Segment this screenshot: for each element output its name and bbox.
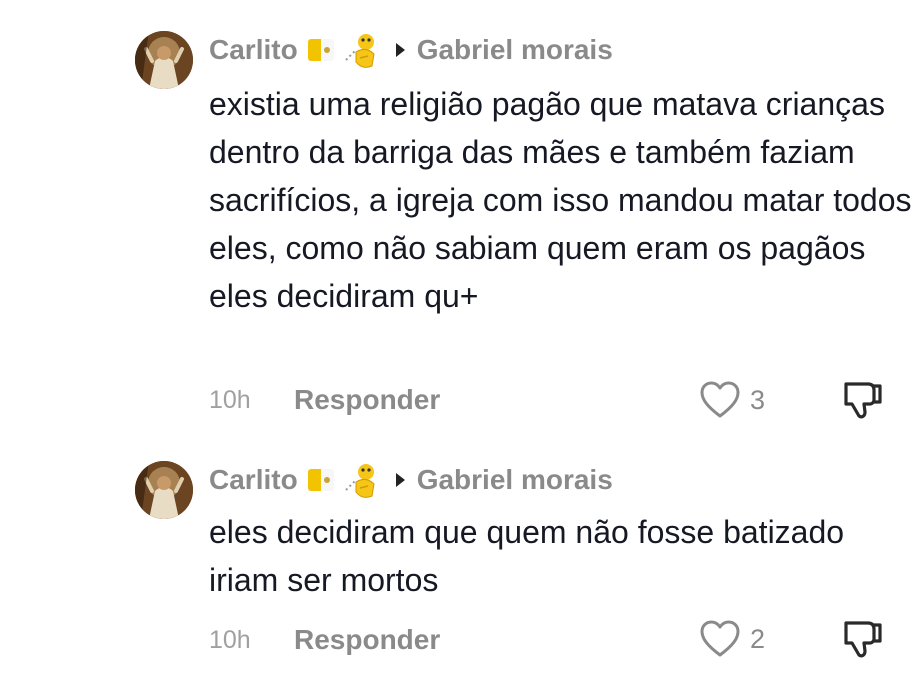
comment-item: Carlito Gabriel morais eles decidiram qu… — [0, 440, 924, 681]
comment-header: Carlito Gabriel morais — [209, 460, 613, 500]
author-name[interactable]: Carlito — [209, 34, 298, 66]
reply-button[interactable]: Responder — [294, 624, 440, 656]
comment-item: Carlito Gabriel morais existia uma relig… — [0, 0, 924, 440]
thumbs-down-icon — [840, 378, 884, 422]
vatican-flag-icon — [307, 469, 334, 491]
reply-button[interactable]: Responder — [294, 384, 440, 416]
reply-arrow-icon — [395, 473, 405, 487]
avatar[interactable] — [135, 31, 193, 89]
dislike-button[interactable] — [840, 378, 884, 422]
reply-arrow-icon — [395, 43, 405, 57]
comment-thread: Carlito Gabriel morais existia uma relig… — [0, 0, 924, 681]
reply-to-name[interactable]: Gabriel morais — [417, 464, 613, 496]
comment-text: existia uma religião pagão que matava cr… — [209, 86, 912, 314]
author-name[interactable]: Carlito — [209, 464, 298, 496]
comment-timestamp: 10h — [209, 626, 251, 654]
like-button[interactable]: 3 — [700, 381, 765, 419]
comment-header: Carlito Gabriel morais — [209, 30, 613, 70]
heart-icon — [700, 620, 740, 658]
like-count: 3 — [750, 384, 766, 415]
like-count: 2 — [750, 623, 766, 654]
thumbs-down-icon — [840, 617, 884, 661]
pointing-emoji-icon — [342, 460, 380, 500]
like-button[interactable]: 2 — [700, 620, 765, 658]
avatar[interactable] — [135, 461, 193, 519]
reply-to-name[interactable]: Gabriel morais — [417, 34, 613, 66]
comment-timestamp: 10h — [209, 386, 251, 414]
vatican-flag-icon — [307, 39, 334, 61]
heart-icon — [700, 381, 740, 419]
comment-text: eles decidiram que quem não fosse batiza… — [209, 514, 845, 598]
dislike-button[interactable] — [840, 617, 884, 661]
pointing-emoji-icon — [342, 30, 380, 70]
